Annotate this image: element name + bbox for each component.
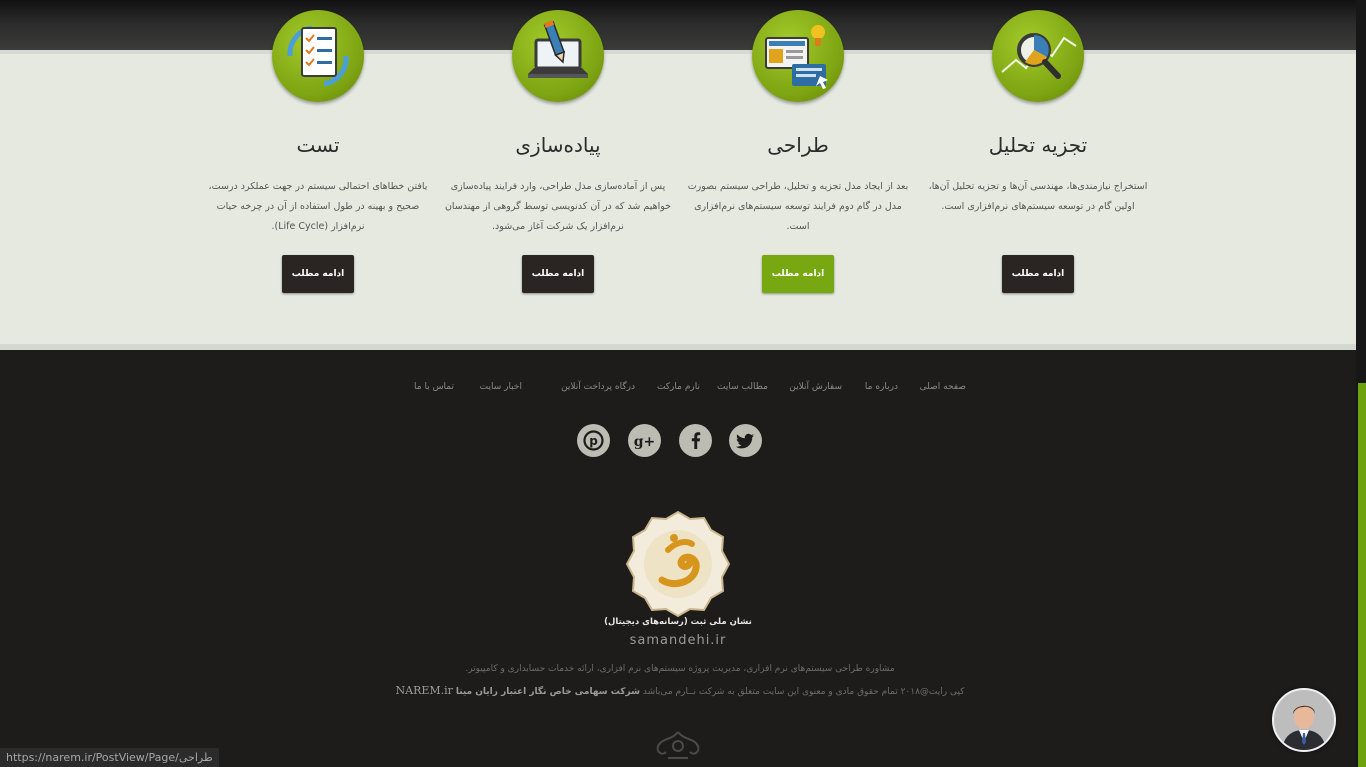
copyright-text: کپی رایت@۲۰۱۸ تمام حقوق مادی و معنوی این… bbox=[642, 687, 965, 697]
brand-name: NAREM.ir bbox=[395, 684, 453, 697]
footer-link-posts[interactable]: مطالب سایت bbox=[717, 382, 768, 392]
read-more-button[interactable]: ادامه مطلب bbox=[282, 255, 354, 293]
ornament-icon bbox=[656, 731, 700, 759]
service-description: پس از آماده‌سازی مدل طراحی، وارد فرایند … bbox=[444, 181, 672, 232]
seal-caption: نشان ملی ثبت (رسانه‌های دیجیتال) bbox=[604, 617, 752, 627]
samandehi-seal-icon[interactable] bbox=[624, 510, 732, 618]
facebook-icon[interactable] bbox=[679, 424, 712, 457]
status-bar-url: https://narem.ir/PostView/Page/طراحی bbox=[0, 748, 219, 767]
footer-link-order[interactable]: سفارش آنلاین bbox=[789, 382, 842, 392]
footer-link-about[interactable]: درباره ما bbox=[865, 382, 898, 392]
analysis-magnifier-icon bbox=[992, 10, 1084, 102]
chat-support-avatar[interactable] bbox=[1272, 688, 1336, 752]
laptop-pencil-icon bbox=[512, 10, 604, 102]
design-screen-icon bbox=[752, 10, 844, 102]
footer-link-contact[interactable]: تماس با ما bbox=[414, 382, 454, 392]
footer-link-news[interactable]: اخبار سایت bbox=[480, 382, 522, 392]
service-description: یافتن خطاهای احتمالی سیستم در جهت عملکرد… bbox=[208, 181, 428, 232]
top-dark-band bbox=[0, 0, 1356, 52]
footer-link-market[interactable]: نارم مارکت bbox=[657, 382, 700, 392]
read-more-button[interactable]: ادامه مطلب bbox=[1002, 255, 1074, 293]
company-name: شرکت سهامی خاص نگار اعتبار رایان مینا bbox=[455, 687, 640, 697]
footer-description: مشاوره طراحی سیستم‌های نرم افزاری، مدیری… bbox=[465, 664, 895, 674]
service-title: پیاده‌سازی bbox=[515, 133, 601, 157]
footer-menu: صفحه اصلی درباره ما سفارش آنلاین مطالب س… bbox=[390, 382, 970, 396]
service-title: تست bbox=[296, 133, 340, 157]
footer-copyright: کپی رایت@۲۰۱۸ تمام حقوق مادی و معنوی این… bbox=[380, 684, 980, 697]
google-plus-icon[interactable]: g+ bbox=[628, 424, 661, 457]
svg-text:g+: g+ bbox=[634, 434, 656, 450]
footer-link-home[interactable]: صفحه اصلی bbox=[920, 382, 966, 392]
footer-link-payment[interactable]: درگاه پرداخت آنلاین bbox=[561, 382, 635, 392]
pinterest-icon[interactable]: p bbox=[577, 424, 610, 457]
seal-domain: samandehi.ir bbox=[629, 633, 727, 648]
read-more-button[interactable]: ادامه مطلب bbox=[522, 255, 594, 293]
service-description: بعد از ایجاد مدل تجزیه و تحلیل، طراحی سی… bbox=[687, 181, 909, 232]
scrollbar-thumb[interactable] bbox=[1358, 383, 1366, 767]
service-title: طراحی bbox=[767, 133, 829, 157]
service-description: استخراج نیازمندی‌ها، مهندسی آن‌ها و تجزی… bbox=[928, 181, 1148, 212]
service-title: تجزیه تحلیل bbox=[988, 133, 1088, 157]
scrollbar[interactable] bbox=[1356, 0, 1366, 767]
svg-text:p: p bbox=[589, 434, 598, 448]
twitter-icon[interactable] bbox=[729, 424, 762, 457]
read-more-button[interactable]: ادامه مطلب bbox=[762, 255, 834, 293]
checklist-icon bbox=[272, 10, 364, 102]
